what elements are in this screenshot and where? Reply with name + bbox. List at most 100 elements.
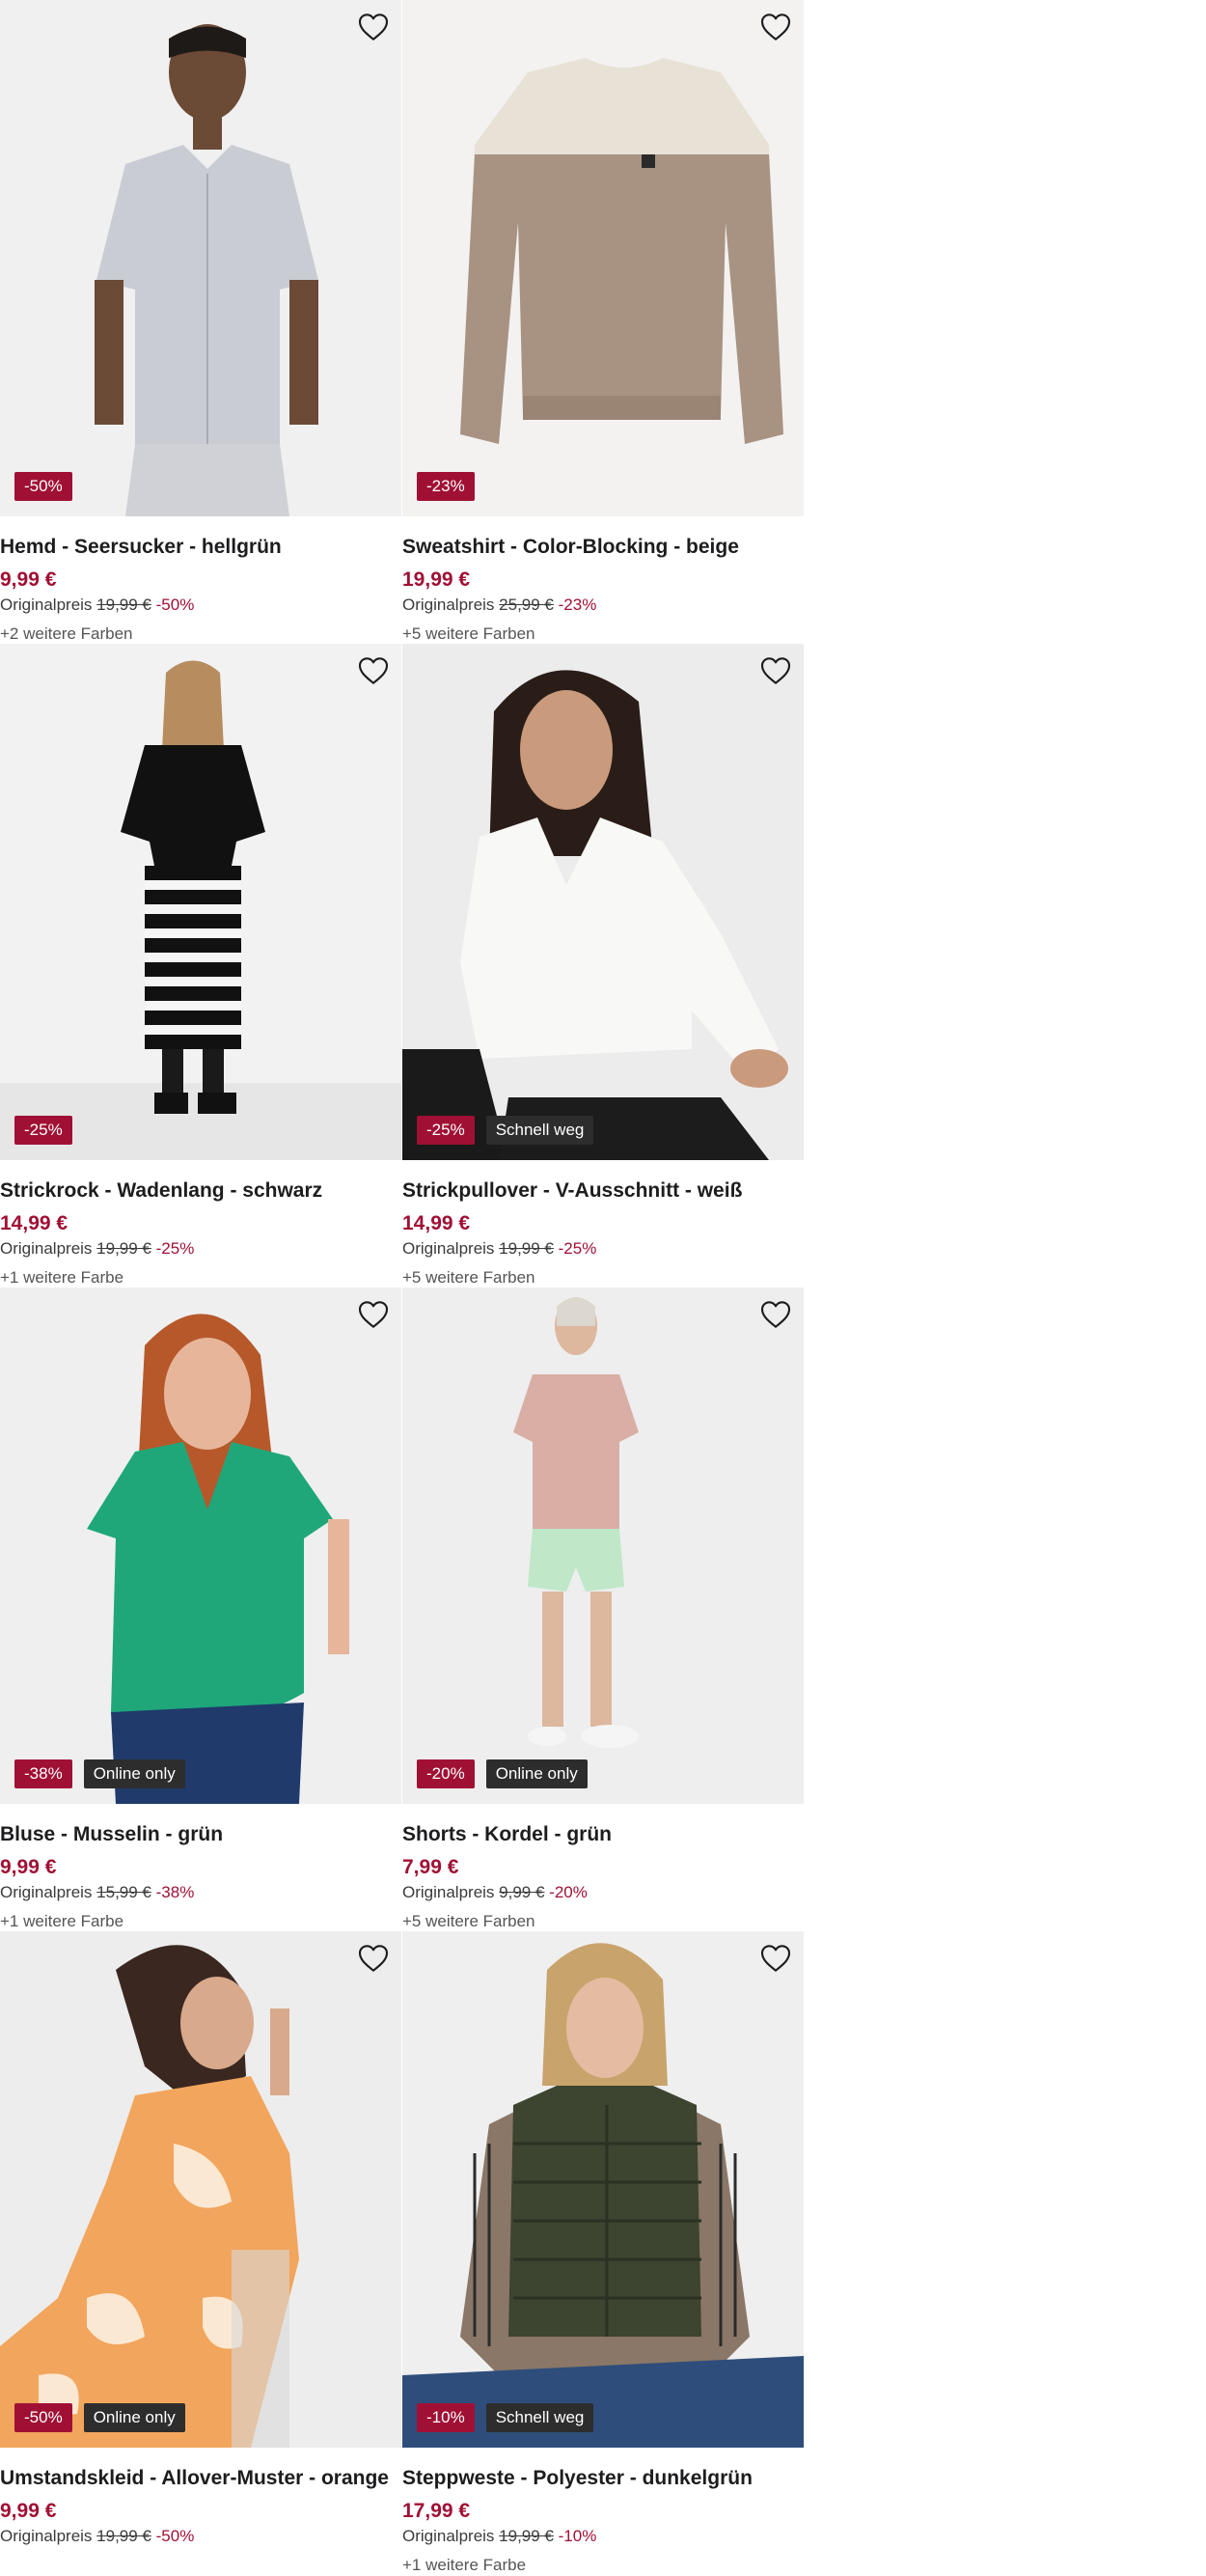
more-colors-link[interactable]: +1 weitere Farbe xyxy=(0,1910,401,1931)
product-name[interactable]: Hemd - Seersucker - hellgrün xyxy=(0,533,401,562)
original-price-label: Originalpreis xyxy=(0,1239,93,1258)
product-info: Hemd - Seersucker - hellgrün 9,99 € Orig… xyxy=(0,516,401,644)
wishlist-heart-button[interactable] xyxy=(355,10,392,44)
heart-icon xyxy=(358,1301,389,1328)
status-badge: Online only xyxy=(83,2403,185,2432)
discount-badge: -38% xyxy=(14,1759,72,1788)
product-image[interactable]: -50% xyxy=(0,0,401,516)
badge-row: -23% xyxy=(417,472,475,501)
discount-percent: -20% xyxy=(549,1883,588,1901)
discount-percent: -38% xyxy=(155,1883,195,1901)
product-card-1[interactable]: -50% Hemd - Seersucker - hellgrün 9,99 €… xyxy=(0,0,401,644)
status-badge: Online only xyxy=(485,1759,588,1788)
status-badge: Schnell weg xyxy=(485,1116,594,1145)
product-name[interactable]: Umstandskleid - Allover-Muster - orange xyxy=(0,2464,401,2493)
product-card-4[interactable]: -25% Schnell weg Strickpullover - V-Auss… xyxy=(402,644,804,1288)
product-image[interactable]: -10% Schnell weg xyxy=(402,1931,804,2448)
product-photo-art xyxy=(402,0,804,516)
product-photo-art xyxy=(402,644,804,1160)
product-card-5[interactable]: -38% Online only Bluse - Musselin - grün… xyxy=(0,1288,401,1931)
product-image[interactable]: -38% Online only xyxy=(0,1288,401,1804)
product-info: Sweatshirt - Color-Blocking - beige 19,9… xyxy=(402,516,804,644)
discount-badge: -25% xyxy=(14,1116,72,1145)
discount-percent: -10% xyxy=(558,2527,597,2545)
product-grid: -50% Hemd - Seersucker - hellgrün 9,99 €… xyxy=(0,0,804,2575)
wishlist-heart-button[interactable] xyxy=(355,1297,392,1332)
more-colors-link[interactable]: +2 weitere Farben xyxy=(0,623,401,644)
product-name[interactable]: Sweatshirt - Color-Blocking - beige xyxy=(402,533,804,562)
badge-row: -25% xyxy=(14,1116,72,1145)
product-name[interactable]: Shorts - Kordel - grün xyxy=(402,1820,804,1849)
product-price: 14,99 € xyxy=(402,1212,471,1234)
product-image[interactable]: -25% xyxy=(0,644,401,1160)
product-image[interactable]: -25% Schnell weg xyxy=(402,644,804,1160)
discount-percent: -23% xyxy=(558,596,597,614)
product-card-2[interactable]: -23% Sweatshirt - Color-Blocking - beige… xyxy=(402,0,804,644)
original-price-line: Originalpreis 19,99 € -25% xyxy=(402,1237,804,1260)
wishlist-heart-button[interactable] xyxy=(355,1941,392,1976)
more-colors-link[interactable]: +5 weitere Farben xyxy=(402,1266,804,1288)
product-image[interactable]: -50% Online only xyxy=(0,1931,401,2448)
discount-badge: -50% xyxy=(14,472,72,501)
product-card-6[interactable]: -20% Online only Shorts - Kordel - grün … xyxy=(402,1288,804,1931)
original-price: 25,99 € xyxy=(499,596,554,614)
badge-row: -50% Online only xyxy=(14,2403,185,2432)
original-price-line: Originalpreis 19,99 € -10% xyxy=(402,2525,804,2548)
badge-row: -38% Online only xyxy=(14,1759,185,1788)
product-photo-art xyxy=(0,1288,401,1804)
badge-row: -50% xyxy=(14,472,72,501)
original-price-line: Originalpreis 25,99 € -23% xyxy=(402,594,804,617)
product-card-8[interactable]: -10% Schnell weg Steppweste - Polyester … xyxy=(402,1931,804,2575)
more-colors-link[interactable]: +1 weitere Farbe xyxy=(402,2554,804,2575)
product-card-7[interactable]: -50% Online only Umstandskleid - Allover… xyxy=(0,1931,401,2575)
product-info: Bluse - Musselin - grün 9,99 € Originalp… xyxy=(0,1804,401,1931)
discount-badge: -20% xyxy=(417,1759,475,1788)
discount-badge: -25% xyxy=(417,1116,475,1145)
wishlist-heart-button[interactable] xyxy=(757,653,794,688)
product-name[interactable]: Strickpullover - V-Ausschnitt - weiß xyxy=(402,1177,804,1205)
original-price: 19,99 € xyxy=(499,1239,554,1258)
status-badge: Online only xyxy=(83,1759,185,1788)
original-price-label: Originalpreis xyxy=(402,2527,495,2545)
product-card-3[interactable]: -25% Strickrock - Wadenlang - schwarz 14… xyxy=(0,644,401,1288)
product-info: Steppweste - Polyester - dunkelgrün 17,9… xyxy=(402,2448,804,2575)
original-price-label: Originalpreis xyxy=(0,2527,93,2545)
original-price: 19,99 € xyxy=(96,2527,151,2545)
product-name[interactable]: Bluse - Musselin - grün xyxy=(0,1820,401,1849)
wishlist-heart-button[interactable] xyxy=(355,653,392,688)
product-info: Strickpullover - V-Ausschnitt - weiß 14,… xyxy=(402,1160,804,1288)
badge-row: -20% Online only xyxy=(417,1759,588,1788)
discount-badge: -10% xyxy=(417,2403,475,2432)
original-price-line: Originalpreis 9,99 € -20% xyxy=(402,1881,804,1904)
original-price-line: Originalpreis 19,99 € -25% xyxy=(0,1237,401,1260)
product-image[interactable]: -20% Online only xyxy=(402,1288,804,1804)
more-colors-link[interactable]: +5 weitere Farben xyxy=(402,1910,804,1931)
more-colors-link[interactable]: +5 weitere Farben xyxy=(402,623,804,644)
discount-badge: -23% xyxy=(417,472,475,501)
badge-row: -25% Schnell weg xyxy=(417,1116,594,1145)
wishlist-heart-button[interactable] xyxy=(757,1941,794,1976)
product-image[interactable]: -23% xyxy=(402,0,804,516)
more-colors-link[interactable]: +1 weitere Farbe xyxy=(0,1266,401,1288)
heart-icon xyxy=(358,14,389,41)
original-price-label: Originalpreis xyxy=(402,1239,495,1258)
original-price: 19,99 € xyxy=(96,596,151,614)
product-price: 9,99 € xyxy=(0,568,57,591)
product-price: 14,99 € xyxy=(0,1212,69,1234)
wishlist-heart-button[interactable] xyxy=(757,10,794,44)
status-badge: Schnell weg xyxy=(485,2403,594,2432)
original-price-line: Originalpreis 19,99 € -50% xyxy=(0,2525,401,2548)
original-price-label: Originalpreis xyxy=(0,1883,93,1901)
product-name[interactable]: Steppweste - Polyester - dunkelgrün xyxy=(402,2464,804,2493)
original-price-label: Originalpreis xyxy=(402,596,495,614)
original-price: 19,99 € xyxy=(96,1239,151,1258)
original-price-line: Originalpreis 19,99 € -50% xyxy=(0,594,401,617)
discount-percent: -50% xyxy=(155,596,195,614)
badge-row: -10% Schnell weg xyxy=(417,2403,594,2432)
product-price: 17,99 € xyxy=(402,2500,471,2522)
product-info: Strickrock - Wadenlang - schwarz 14,99 €… xyxy=(0,1160,401,1288)
product-name[interactable]: Strickrock - Wadenlang - schwarz xyxy=(0,1177,401,1205)
heart-icon xyxy=(760,1945,791,1972)
product-photo-art xyxy=(0,644,401,1160)
wishlist-heart-button[interactable] xyxy=(757,1297,794,1332)
